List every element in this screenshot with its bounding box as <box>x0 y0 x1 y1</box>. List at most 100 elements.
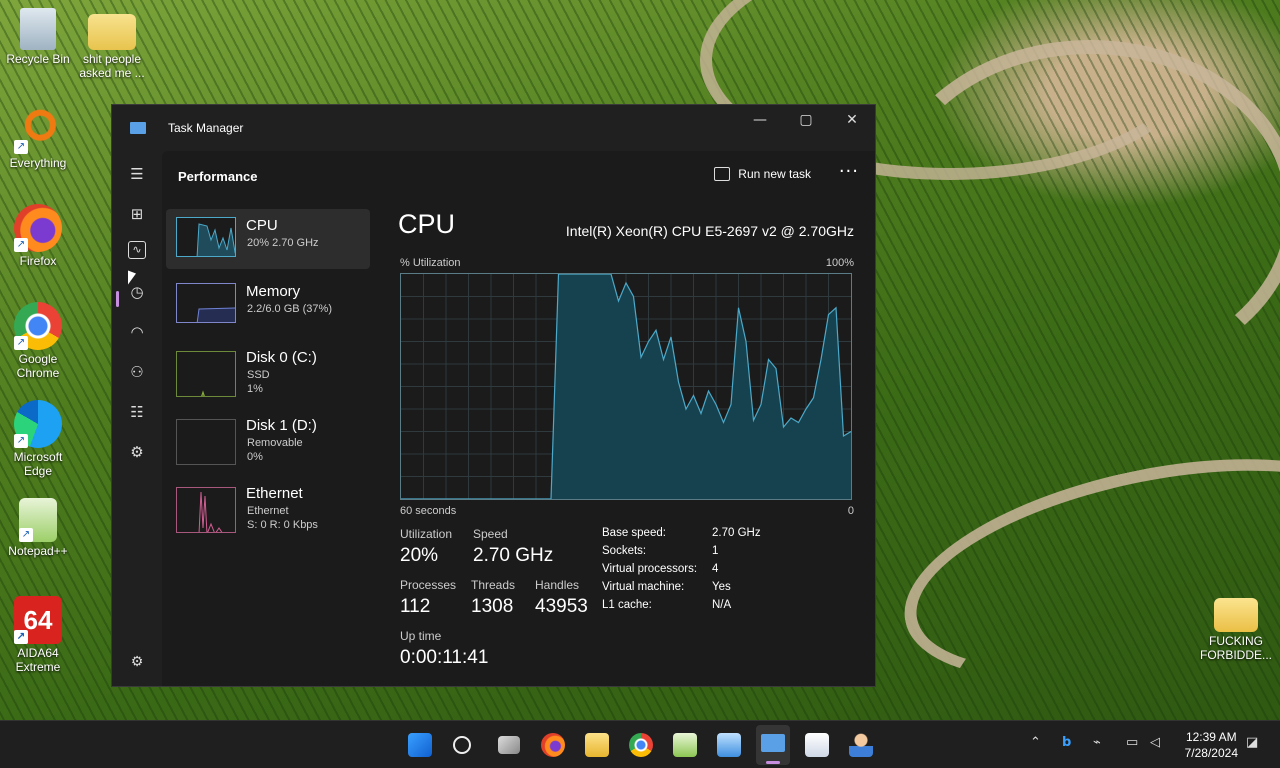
performance-icon[interactable]: ∿ <box>128 241 146 259</box>
selected-indicator <box>116 291 119 307</box>
resource-name: CPU <box>246 217 278 234</box>
network-icon[interactable]: ⌁ <box>1093 735 1101 750</box>
hamburger-menu-icon[interactable]: ☰ <box>124 161 150 187</box>
stat-value: 1308 <box>471 596 514 617</box>
more-options-button[interactable]: ··· <box>839 161 859 182</box>
desktop-icon-notepadpp[interactable]: ↗ Notepad++ <box>0 498 76 558</box>
notepad-icon[interactable] <box>717 733 741 757</box>
desktop-icon-chrome[interactable]: ↗ Google Chrome <box>0 302 76 380</box>
users-icon[interactable]: ⚇ <box>124 359 150 385</box>
folder-icon <box>1214 598 1258 632</box>
file-explorer-icon[interactable] <box>585 733 609 757</box>
resource-sub: Removable <box>247 437 303 449</box>
show-hidden-icons-chevron-icon[interactable]: ⌃ <box>1030 735 1041 750</box>
stat-value: 2.70 GHz <box>473 545 554 566</box>
task-manager-icon <box>761 734 785 752</box>
stat-processes: Processes 112 <box>400 578 456 618</box>
sidebar: ☰ ⊞ ∿ ◷ ◠ ⚇ ☷ ⚙ ⚙ <box>112 151 160 686</box>
settings-icon[interactable]: ⚙ <box>124 649 150 675</box>
stat-label: Utilization <box>400 527 453 541</box>
startup-apps-icon[interactable]: ◠ <box>124 319 150 345</box>
active-indicator <box>766 761 780 764</box>
desktop-icon-edge[interactable]: ↗ Microsoft Edge <box>0 400 76 478</box>
cpu-chart-svg <box>401 273 852 500</box>
spec-value: Yes <box>712 581 731 593</box>
desktop-icon-folder-2[interactable]: FUCKING FORBIDDE... <box>1198 598 1274 662</box>
cpu-model: Intel(R) Xeon(R) CPU E5-2697 v2 @ 2.70GH… <box>565 223 854 239</box>
y-axis-max: 100% <box>825 257 854 269</box>
desktop-icon-label: Everything <box>9 156 67 170</box>
clock-date: 7/28/2024 <box>1184 746 1238 760</box>
stat-label: Threads <box>471 578 516 592</box>
taskbar: ⌃ b ⌁ ▭ ◁ 12:39 AM 7/28/2024 ◪ <box>0 720 1280 768</box>
resource-item-disk1[interactable]: Disk 1 (D:) Removable 0% <box>166 409 370 471</box>
resource-item-ethernet[interactable]: Ethernet Ethernet S: 0 R: 0 Kbps <box>166 477 370 539</box>
bing-icon[interactable]: b <box>1062 735 1071 750</box>
spec-value: 4 <box>712 563 719 575</box>
aida64-icon: 64 ↗ <box>14 596 62 644</box>
resource-list: CPU 20% 2.70 GHz Memory 2.2/6.0 GB (37%)… <box>166 209 370 545</box>
stat-label: Speed <box>473 527 508 541</box>
memory-thumbnail <box>176 283 236 323</box>
resource-item-cpu[interactable]: CPU 20% 2.70 GHz <box>166 209 370 269</box>
user-app-icon[interactable] <box>849 733 873 757</box>
spec-value: 1 <box>712 545 719 557</box>
resource-sub: SSD <box>247 369 270 381</box>
desktop-icon-firefox[interactable]: ↗ Firefox <box>0 204 76 268</box>
stat-value: 0:00:11:41 <box>400 647 489 668</box>
chrome-icon[interactable] <box>629 733 653 757</box>
stat-utilization: Utilization 20% <box>400 527 452 567</box>
spec-key: Virtual machine: <box>602 581 685 593</box>
notifications-icon[interactable]: ◪ <box>1246 735 1258 750</box>
system-clock[interactable]: 12:39 AM 7/28/2024 <box>1185 729 1238 761</box>
resource-item-disk0[interactable]: Disk 0 (C:) SSD 1% <box>166 341 370 403</box>
maximize-button[interactable]: ▢ <box>783 105 829 137</box>
stat-speed: Speed 2.70 GHz <box>473 527 553 567</box>
close-button[interactable]: ✕ <box>829 105 875 137</box>
task-manager-window: Task Manager — ▢ ✕ ☰ ⊞ ∿ ◷ ◠ ⚇ ☷ ⚙ ⚙ Per… <box>111 104 876 687</box>
resource-item-memory[interactable]: Memory 2.2/6.0 GB (37%) <box>166 275 370 335</box>
chrome-icon: ↗ <box>14 302 62 350</box>
run-new-task-label: Run new task <box>738 167 811 181</box>
desktop-icon-label: Microsoft Edge <box>13 450 63 478</box>
volume-muted-icon[interactable]: ◁ <box>1150 735 1160 750</box>
resource-sub: 1% <box>247 383 263 395</box>
x-axis-left-label: 60 seconds <box>400 505 457 517</box>
desktop-icon-folder[interactable]: shit people asked me ... <box>74 8 150 80</box>
resource-name: Ethernet <box>246 485 303 502</box>
desktop-icon-aida64[interactable]: 64 ↗ AIDA64 Extreme <box>0 596 76 674</box>
desktop-icon-recycle-bin[interactable]: Recycle Bin <box>0 8 76 66</box>
resource-sub: 20% 2.70 GHz <box>247 237 319 249</box>
services-icon[interactable]: ⚙ <box>124 439 150 465</box>
details-icon[interactable]: ☷ <box>124 399 150 425</box>
resource-sub: 0% <box>247 451 263 463</box>
resource-name: Disk 1 (D:) <box>246 417 317 434</box>
resource-sub: S: 0 R: 0 Kbps <box>247 519 318 531</box>
search-icon[interactable] <box>453 736 471 754</box>
cpu-utilization-graph <box>400 273 852 500</box>
display-icon[interactable]: ▭ <box>1126 735 1138 750</box>
firefox-icon[interactable] <box>541 733 565 757</box>
resource-name: Memory <box>246 283 301 300</box>
firefox-icon: ↗ <box>14 204 62 252</box>
notepadpp-icon[interactable] <box>673 733 697 757</box>
stat-value: 43953 <box>535 596 588 617</box>
task-view-icon[interactable] <box>498 736 520 754</box>
task-manager-taskbar-button[interactable] <box>756 725 790 765</box>
run-task-icon <box>714 167 731 181</box>
resource-name: Disk 0 (C:) <box>246 349 317 366</box>
stat-uptime: Up time 0:00:11:41 <box>400 629 488 669</box>
start-icon[interactable] <box>408 733 432 757</box>
desktop-icon-label: FUCKING FORBIDDE... <box>1199 634 1272 662</box>
resource-sub: Ethernet <box>247 505 289 517</box>
page-title: Performance <box>178 168 258 184</box>
processes-icon[interactable]: ⊞ <box>124 201 150 227</box>
minimize-button[interactable]: — <box>737 105 783 137</box>
desktop-icon-everything[interactable]: ↗ Everything <box>0 106 76 170</box>
resource-sub: 2.2/6.0 GB (37%) <box>247 303 332 315</box>
disk1-thumbnail <box>176 419 236 465</box>
snipping-icon[interactable] <box>805 733 829 757</box>
run-new-task-button[interactable]: Run new task <box>714 167 811 181</box>
cpu-detail: CPU Intel(R) Xeon(R) CPU E5-2697 v2 @ 2.… <box>398 209 858 668</box>
task-manager-icon <box>130 122 146 134</box>
